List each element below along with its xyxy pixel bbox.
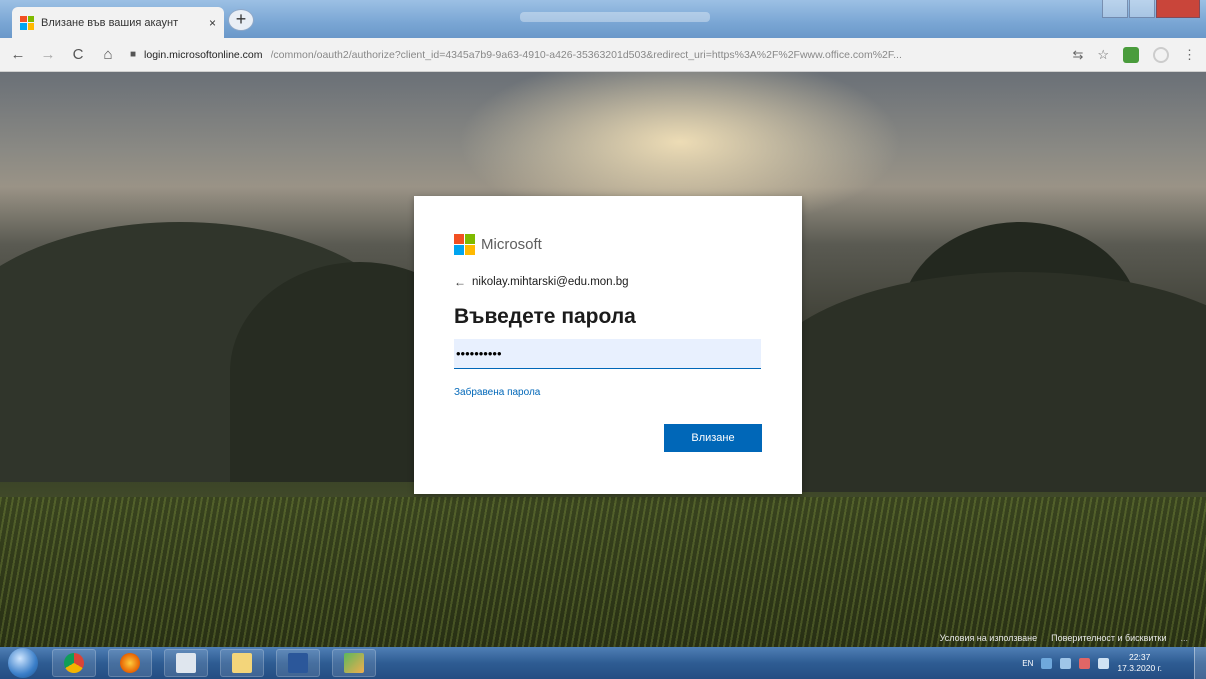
brand-name: Microsoft xyxy=(481,236,542,253)
chrome-icon[interactable] xyxy=(52,649,96,677)
home-icon[interactable]: ⌂ xyxy=(100,46,116,63)
restore-button[interactable] xyxy=(1129,0,1155,18)
password-field[interactable] xyxy=(454,339,761,369)
profile-icon[interactable] xyxy=(1153,46,1169,63)
back-icon[interactable]: ← xyxy=(10,46,26,63)
window-controls xyxy=(1102,0,1200,18)
clock-date: 17.3.2020 г. xyxy=(1117,663,1162,673)
back-arrow-icon[interactable]: ← xyxy=(454,275,466,289)
extension-icon[interactable] xyxy=(1123,46,1139,63)
tab-close-icon[interactable]: × xyxy=(209,16,216,30)
page-title: Въведете парола xyxy=(454,305,636,328)
volume-icon[interactable] xyxy=(1098,657,1110,669)
url-path: /common/oauth2/authorize?client_id=4345a… xyxy=(270,48,902,61)
notification-icon[interactable] xyxy=(1060,657,1072,669)
lock-icon: ■ xyxy=(130,49,137,60)
language-indicator[interactable]: EN xyxy=(1022,659,1033,668)
show-desktop-button[interactable] xyxy=(1194,647,1206,679)
forward-icon[interactable]: → xyxy=(40,46,56,63)
menu-icon[interactable]: ⋮ xyxy=(1183,47,1196,63)
login-card: Microsoft ← nikolay.mihtarski@edu.mon.bg… xyxy=(414,196,802,494)
microsoft-logo-icon xyxy=(454,234,475,255)
clock[interactable]: 22:37 17.3.2020 г. xyxy=(1117,652,1162,674)
taskbar: EN 22:37 17.3.2020 г. xyxy=(0,647,1206,679)
flag-icon[interactable] xyxy=(1079,657,1091,669)
reload-icon[interactable]: C xyxy=(70,46,86,63)
grass-foreground xyxy=(0,497,1206,647)
close-window-button[interactable] xyxy=(1156,0,1200,18)
forgot-password-link[interactable]: Забравена парола xyxy=(454,387,540,398)
browser-titlebar: Влизане във вашия акаунт × + xyxy=(0,0,1206,38)
more-options-icon[interactable]: ... xyxy=(1180,633,1188,643)
network-icon[interactable] xyxy=(1041,657,1053,669)
sign-in-button[interactable]: Влизане xyxy=(664,424,762,452)
microsoft-favicon-icon xyxy=(20,15,34,30)
window-title xyxy=(520,12,710,22)
translate-icon[interactable]: ⇆ xyxy=(1072,47,1083,63)
clock-time: 22:37 xyxy=(1129,652,1151,662)
account-email: nikolay.mihtarski@edu.mon.bg xyxy=(472,276,629,288)
start-button[interactable] xyxy=(8,648,38,678)
url-host: login.microsoftonline.com xyxy=(144,48,263,61)
star-icon[interactable]: ☆ xyxy=(1097,47,1109,63)
address-bar[interactable]: ■ login.microsoftonline.com/common/oauth… xyxy=(130,43,1058,67)
firefox-icon[interactable] xyxy=(108,649,152,677)
paint-icon[interactable] xyxy=(332,649,376,677)
explorer-icon[interactable] xyxy=(220,649,264,677)
footer-links: Условия на използване Поверителност и би… xyxy=(940,633,1188,643)
browser-tab[interactable]: Влизане във вашия акаунт × xyxy=(12,7,224,38)
new-tab-button[interactable]: + xyxy=(228,9,254,31)
notepad-icon[interactable] xyxy=(164,649,208,677)
browser-toolbar: ← → C ⌂ ■ login.microsoftonline.com/comm… xyxy=(0,38,1206,72)
terms-link[interactable]: Условия на използване xyxy=(940,633,1038,643)
tab-title: Влизане във вашия акаунт xyxy=(41,16,179,29)
word-icon[interactable] xyxy=(276,649,320,677)
system-tray: EN 22:37 17.3.2020 г. xyxy=(1022,647,1162,679)
privacy-link[interactable]: Поверителност и бисквитки xyxy=(1051,633,1166,643)
mountain xyxy=(760,272,1206,492)
minimize-button[interactable] xyxy=(1102,0,1128,18)
microsoft-logo: Microsoft xyxy=(454,234,542,255)
account-row: ← nikolay.mihtarski@edu.mon.bg xyxy=(454,275,629,289)
